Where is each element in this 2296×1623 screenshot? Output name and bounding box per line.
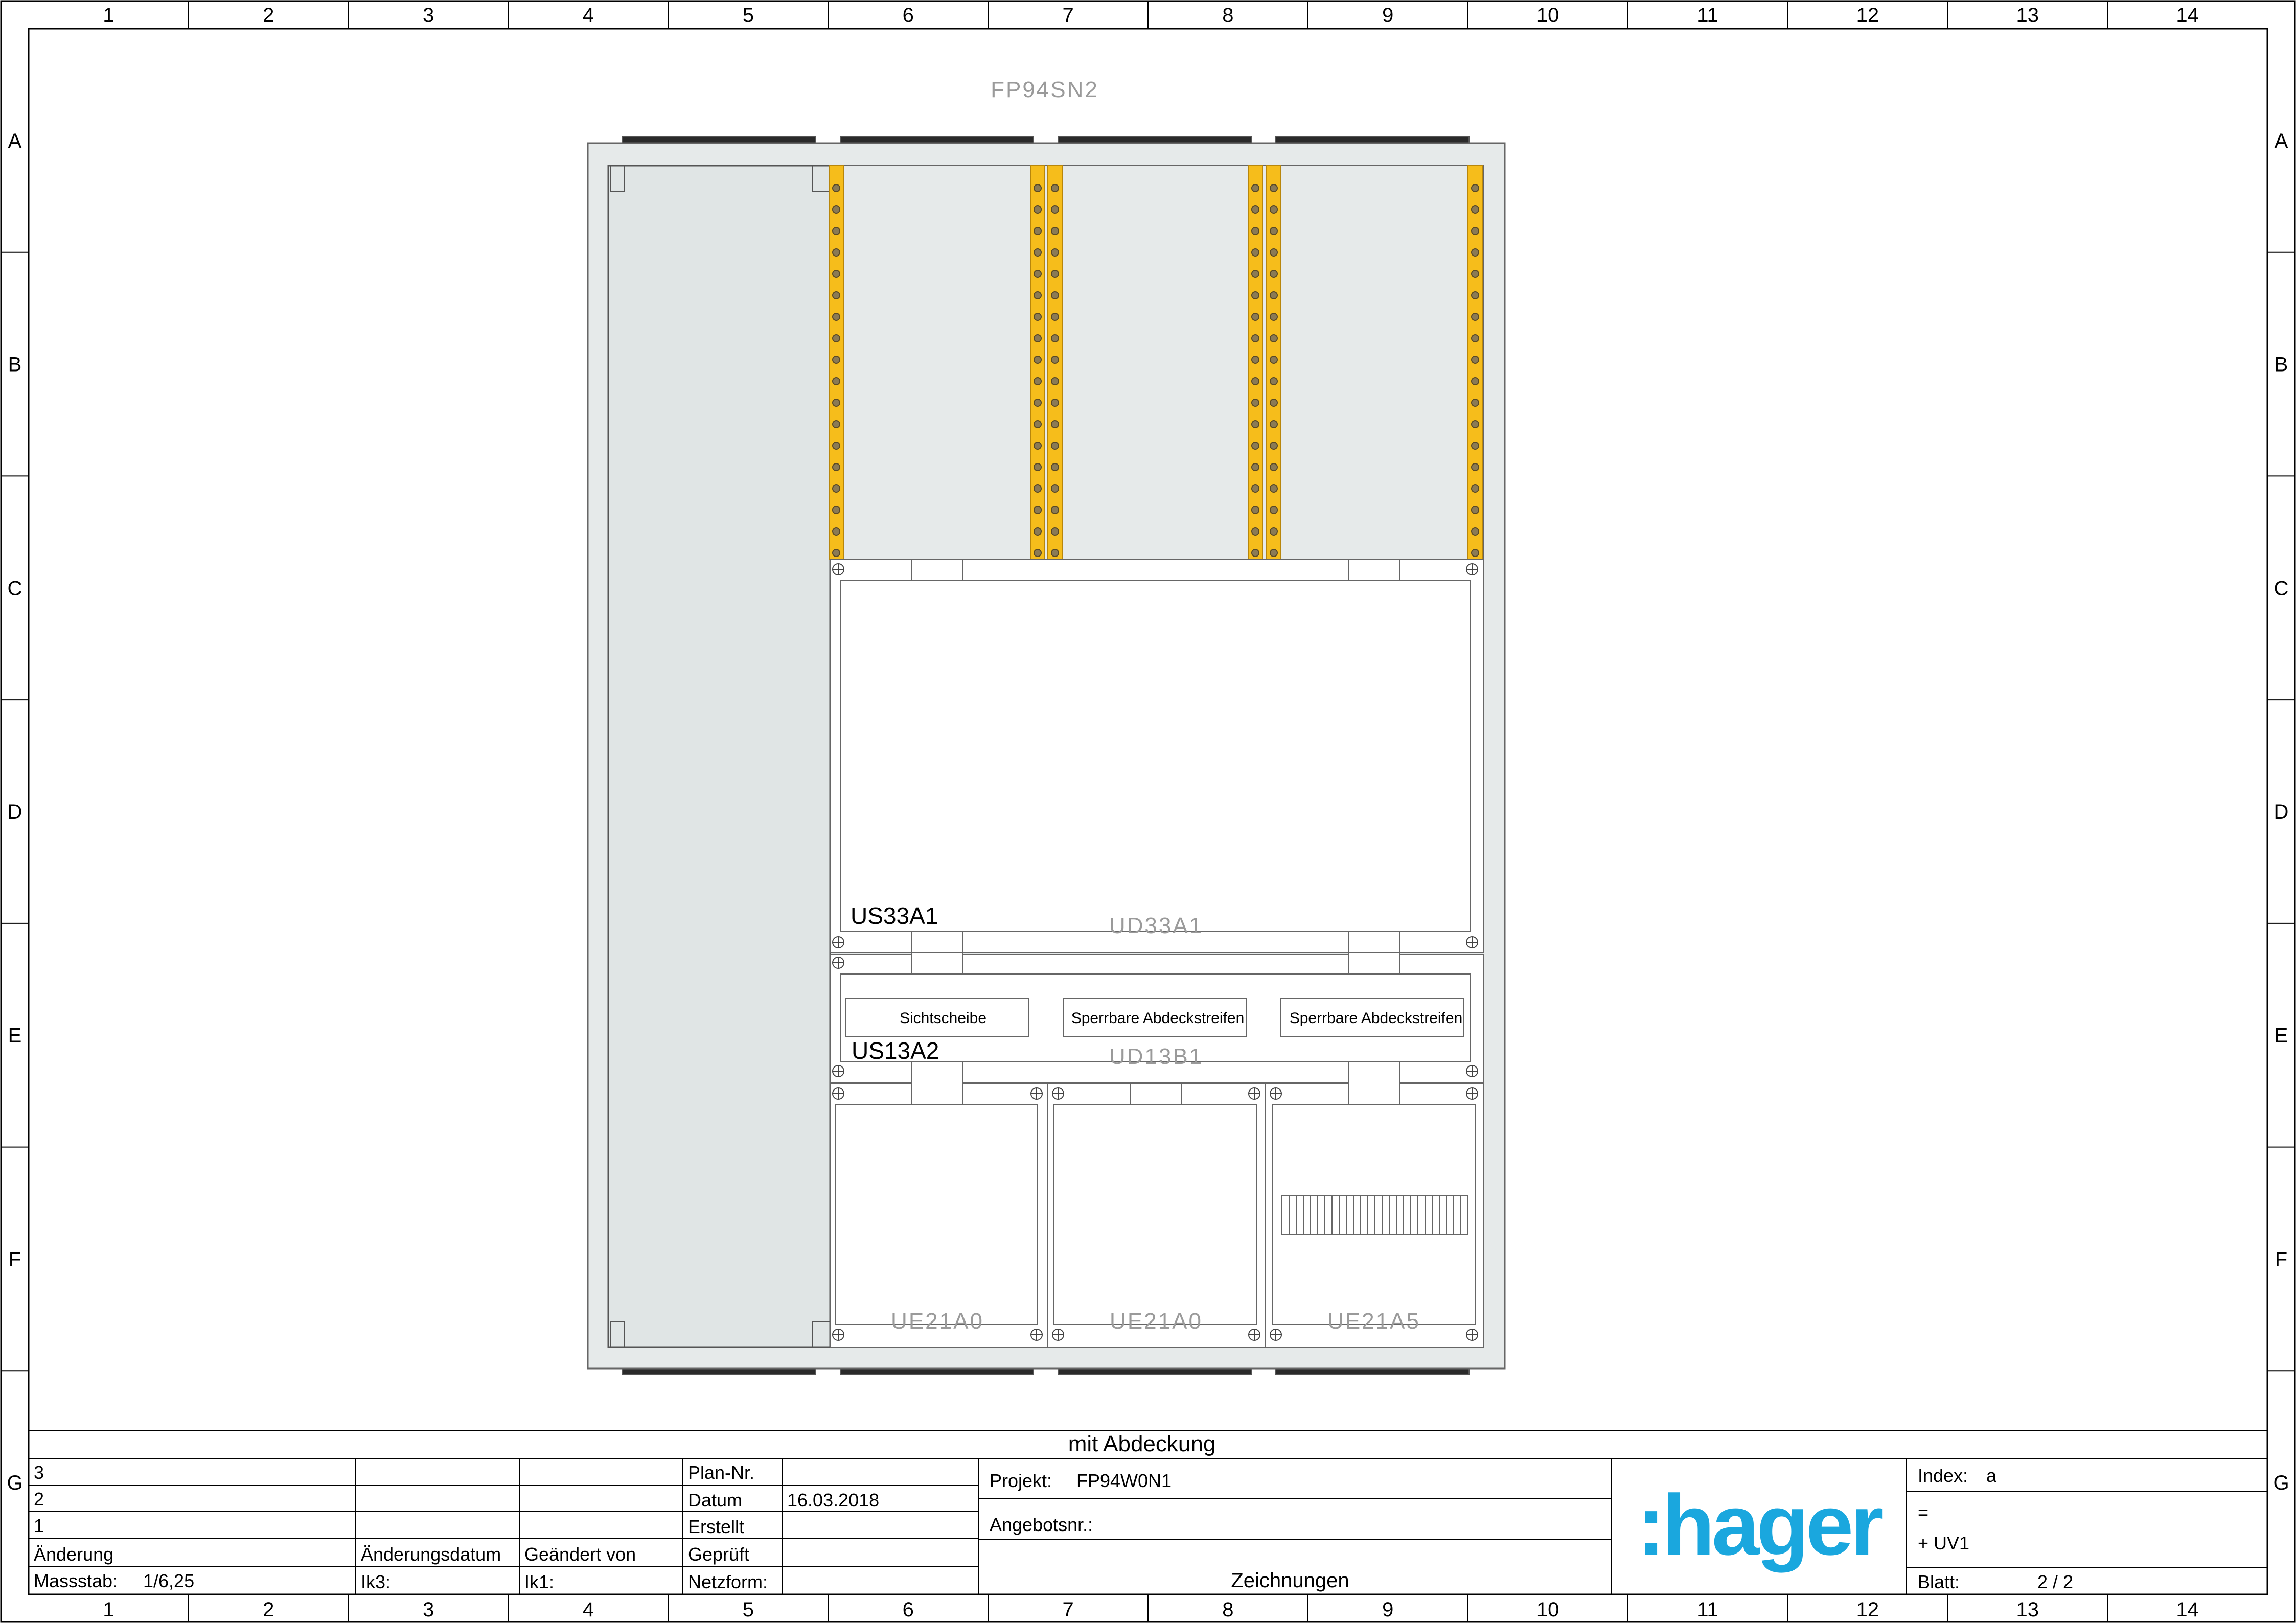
enclosure-title: FP94SN2	[991, 77, 1099, 102]
index-label: Index:	[1918, 1465, 1968, 1486]
projekt-value: FP94W0N1	[1076, 1470, 1172, 1491]
plan-nr-label: Plan-Nr.	[688, 1462, 754, 1483]
grid-col-bottom: 14	[2176, 1598, 2199, 1621]
terminal-block	[1281, 1195, 1468, 1235]
aenderungsdatum-label: Änderungsdatum	[361, 1544, 501, 1565]
grid-row-right: B	[2275, 354, 2288, 376]
grid-row-left: E	[8, 1025, 22, 1047]
grid-row-right: F	[2275, 1248, 2287, 1270]
grid-col-top: 8	[1222, 4, 1233, 27]
eq-sign: =	[1918, 1502, 1928, 1523]
grid-col-bottom: 2	[263, 1598, 274, 1621]
module-ue-row: UE21A0 UE21A0 UE21A5	[830, 1061, 1484, 1348]
grid-col-top: 13	[2016, 4, 2039, 27]
module-us33a1: UD33A1 US33A1	[830, 559, 1484, 953]
geaendert-von-label: Geändert von	[524, 1544, 636, 1565]
ue21a0-label-2: UE21A0	[1110, 1309, 1203, 1334]
caption-text: mit Abdeckung	[1068, 1431, 1216, 1456]
grid-row-left: G	[7, 1472, 22, 1494]
uv-label: + UV1	[1918, 1533, 1969, 1554]
massstab-label: Massstab:	[34, 1570, 118, 1591]
grid-col-bottom: 9	[1382, 1598, 1393, 1621]
revision-1: 1	[34, 1515, 44, 1536]
grid-col-top: 12	[1856, 4, 1879, 27]
grid-row-left: F	[9, 1248, 21, 1270]
grid-col-bottom: 3	[423, 1598, 434, 1621]
technical-drawing: 11223344556677889910101111121213131414A A…	[0, 0, 2296, 1623]
datum-label: Datum	[688, 1490, 742, 1511]
grid-row-left: D	[8, 801, 22, 823]
us13a2-label: US13A2	[852, 1037, 939, 1064]
ud33a1-label: UD33A1	[1109, 913, 1203, 938]
angebotsnr-label: Angebotsnr.:	[990, 1514, 1093, 1535]
grid-col-top: 3	[423, 4, 434, 27]
erstellt-label: Erstellt	[688, 1516, 744, 1537]
geprueft-label: Geprüft	[688, 1544, 749, 1565]
grid-row-left: C	[8, 577, 22, 599]
grid-row-left: A	[8, 130, 22, 152]
grid-col-top: 7	[1062, 4, 1073, 27]
projekt-label: Projekt:	[990, 1470, 1052, 1491]
ud13b1-label: UD13B1	[1109, 1044, 1203, 1069]
hager-logo: :hager	[1637, 1477, 1882, 1573]
sichtscheibe-label: Sichtscheibe	[900, 1010, 986, 1027]
index-value: a	[1986, 1465, 1997, 1486]
ik3-label: Ik3:	[361, 1571, 391, 1592]
grid-col-bottom: 6	[903, 1598, 914, 1621]
revision-2: 2	[34, 1489, 44, 1510]
grid-col-bottom: 8	[1222, 1598, 1233, 1621]
sperrbar-label-2: Sperrbare Abdeckstreifen	[1290, 1010, 1463, 1027]
aenderung-label: Änderung	[34, 1544, 113, 1565]
grid-col-bottom: 12	[1856, 1598, 1879, 1621]
grid-row-right: D	[2274, 801, 2289, 823]
ue21a0-label-1: UE21A0	[891, 1309, 984, 1334]
us33a1-label: US33A1	[851, 902, 938, 929]
revision-3: 3	[34, 1462, 44, 1483]
grid-col-bottom: 4	[583, 1598, 594, 1621]
grid-row-right: E	[2275, 1025, 2288, 1047]
zeichnungen-label: Zeichnungen	[1231, 1569, 1349, 1592]
massstab-value: 1/6,25	[143, 1570, 194, 1591]
grid-col-top: 10	[1536, 4, 1559, 27]
grid-col-top: 4	[583, 4, 594, 27]
blatt-label: Blatt:	[1918, 1571, 1960, 1592]
ik1-label: Ik1:	[524, 1571, 554, 1592]
grid-col-top: 14	[2176, 4, 2199, 27]
grid-row-left: B	[8, 354, 22, 376]
enclosure: FP94SN2 UD33A1 US33A1 Sichtscheibe Sperr…	[587, 77, 1506, 1375]
grid-col-top: 11	[1697, 4, 1718, 27]
ue21a5-label: UE21A5	[1327, 1309, 1420, 1334]
grid-col-bottom: 11	[1697, 1598, 1718, 1621]
grid-col-top: 6	[903, 4, 914, 27]
grid-col-top: 5	[743, 4, 754, 27]
datum-value: 16.03.2018	[787, 1490, 879, 1511]
grid-row-right: G	[2273, 1472, 2289, 1494]
blatt-value: 2 / 2	[2037, 1571, 2073, 1592]
grid-col-bottom: 13	[2016, 1598, 2039, 1621]
grid-col-top: 2	[263, 4, 274, 27]
grid-col-top: 1	[103, 4, 114, 27]
grid-col-bottom: 1	[103, 1598, 114, 1621]
grid-row-right: A	[2275, 130, 2288, 152]
grid-col-bottom: 10	[1536, 1598, 1559, 1621]
grid-col-top: 9	[1382, 4, 1393, 27]
sperrbar-label-1: Sperrbare Abdeckstreifen	[1071, 1010, 1245, 1027]
grid-col-bottom: 5	[743, 1598, 754, 1621]
grid-col-bottom: 7	[1062, 1598, 1073, 1621]
grid-row-right: C	[2274, 577, 2289, 599]
netzform-label: Netzform:	[688, 1571, 768, 1592]
